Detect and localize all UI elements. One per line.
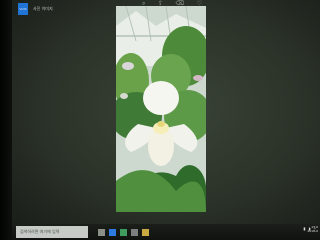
orchid-photo: [116, 6, 206, 212]
monitor-bezel: [0, 0, 12, 240]
battery-icon[interactable]: ▮: [303, 226, 305, 231]
app-title: 사진 이미지: [33, 6, 53, 11]
task-view-icon[interactable]: [98, 228, 105, 236]
edge-icon[interactable]: [109, 228, 116, 236]
desktop-screen: VOIX 사진 이미지 ⌕ ⇪ ⌫ ♡: [12, 0, 320, 225]
photos-icon[interactable]: [131, 228, 138, 236]
clock[interactable]: 13:0 2018-0: [307, 225, 318, 233]
explorer-icon[interactable]: [142, 228, 149, 236]
store-icon[interactable]: [120, 228, 127, 236]
taskbar: 검색하려면 여기에 입력 ▮ ◗ ⌁ 13:0 2018-0: [12, 224, 320, 240]
clock-date: 2018-0: [307, 229, 318, 233]
orchid-image: [116, 6, 206, 212]
taskbar-search[interactable]: 검색하려면 여기에 입력: [16, 226, 88, 238]
taskbar-apps: [98, 228, 149, 236]
app-badge[interactable]: VOIX: [18, 3, 28, 15]
app-header: VOIX 사진 이미지: [18, 2, 53, 16]
